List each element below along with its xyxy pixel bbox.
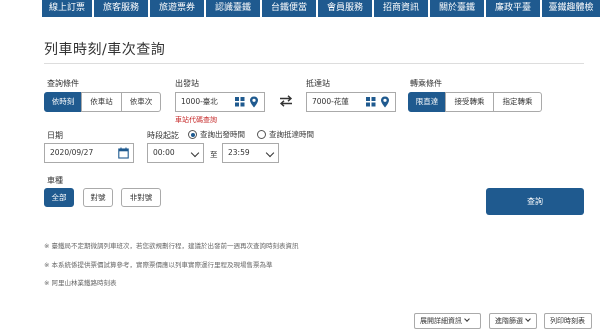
chevron-down-icon: [190, 148, 200, 158]
expand-details-button[interactable]: 展開詳細資訊: [414, 313, 481, 329]
transfer-specify-button[interactable]: 指定轉乘: [493, 92, 542, 112]
radio-button-unchecked[interactable]: [257, 130, 266, 139]
train-type-label: 車種: [47, 176, 63, 185]
date-value: 2020/09/27: [50, 148, 94, 157]
train-type-unreserved-button[interactable]: 非對號: [121, 188, 161, 207]
nav-travel-tickets[interactable]: 旅遊票券: [150, 0, 204, 17]
chevron-down-icon: [525, 316, 531, 322]
radio-departure-time[interactable]: 查詢出發時間: [188, 129, 245, 140]
expand-details-label: 展開詳細資訊: [420, 317, 462, 325]
nav-member-service[interactable]: 會員服務: [318, 0, 372, 17]
note-schedule: ※ 臺鐵局不定期微調列車班次，若您欲規劃行程，建議於出發前一週再次查詢時刻表資訊: [44, 242, 299, 250]
chevron-down-icon: [265, 148, 275, 158]
transfer-label: 轉乘條件: [410, 79, 442, 88]
query-by-station-button[interactable]: 依車站: [81, 92, 122, 112]
advanced-filter-label: 進階篩選: [495, 317, 523, 325]
top-navigation: 線上訂票 旅客服務 旅遊票券 認識臺鐵 台鐵便當 會員服務 招商資訊 關於臺鐵 …: [0, 0, 600, 17]
nav-checkup[interactable]: 臺鐵趣體檢: [542, 0, 600, 17]
location-pin-icon[interactable]: [380, 96, 390, 108]
swap-icon[interactable]: [279, 95, 293, 107]
transfer-direct-button[interactable]: 限直達: [408, 92, 446, 112]
page-title: 列車時刻/車次查詢: [44, 42, 166, 58]
radio-departure-time-label: 查詢出發時間: [200, 130, 245, 139]
query-condition-label: 查詢條件: [47, 79, 79, 88]
arrival-station-value: 7000-花蓮: [312, 97, 349, 106]
arrival-label: 抵達站: [306, 79, 330, 88]
departure-station-field[interactable]: 1000-臺北: [175, 92, 265, 112]
time-period-label: 時段起訖: [147, 131, 179, 140]
nav-bento[interactable]: 台鐵便當: [262, 0, 316, 17]
transfer-accept-button[interactable]: 接受轉乘: [445, 92, 494, 112]
grid-icon[interactable]: [366, 96, 376, 108]
transfer-condition-group: 限直達 接受轉乘 指定轉乘: [408, 92, 542, 112]
nav-about[interactable]: 關於臺鐵: [430, 0, 484, 17]
nav-about-tra[interactable]: 認識臺鐵: [206, 0, 260, 17]
time-to-value: 23:59: [228, 148, 250, 157]
note-fare: ※ 本系統係提供票價試算參考，實際票價應以列車實際運行里程及現場售票為準: [44, 261, 273, 269]
time-to-select[interactable]: 23:59: [222, 143, 279, 163]
query-condition-group: 依時刻 依車站 依車次: [44, 92, 161, 112]
print-schedule-button[interactable]: 列印時刻表: [544, 313, 592, 329]
query-by-time-button[interactable]: 依時刻: [44, 92, 82, 112]
arrival-station-field[interactable]: 7000-花蓮: [306, 92, 396, 112]
alishan-schedule-link[interactable]: ※ 阿里山林業鐵路時刻表: [44, 277, 117, 287]
calendar-icon[interactable]: [118, 147, 129, 159]
nav-online-booking[interactable]: 線上訂票: [42, 0, 92, 17]
grid-icon[interactable]: [235, 96, 245, 108]
train-type-reserved-button[interactable]: 對號: [83, 188, 113, 207]
radio-button-checked[interactable]: [188, 130, 197, 139]
advanced-filter-button[interactable]: 進階篩選: [489, 313, 537, 329]
chevron-down-icon: [464, 316, 470, 322]
query-by-train-button[interactable]: 依車次: [121, 92, 161, 112]
nav-integrity[interactable]: 廉政平臺: [486, 0, 540, 17]
time-from-select[interactable]: 00:00: [147, 143, 204, 163]
radio-arrival-time[interactable]: 查詢抵達時間: [257, 129, 314, 140]
nav-business[interactable]: 招商資訊: [374, 0, 428, 17]
date-field[interactable]: 2020/09/27: [44, 143, 134, 163]
departure-label: 出發站: [175, 79, 199, 88]
train-type-all-button[interactable]: 全部: [44, 188, 74, 207]
time-range-separator: 至: [210, 150, 218, 159]
date-label: 日期: [47, 131, 63, 140]
time-from-value: 00:00: [153, 148, 175, 157]
nav-passenger-service[interactable]: 旅客服務: [94, 0, 148, 17]
divider: [44, 63, 584, 64]
location-pin-icon[interactable]: [249, 96, 259, 108]
station-code-lookup-link[interactable]: 車站代碼查詢: [175, 115, 217, 125]
query-button[interactable]: 查詢: [486, 188, 584, 215]
departure-station-value: 1000-臺北: [181, 97, 218, 106]
print-schedule-label: 列印時刻表: [550, 317, 585, 325]
radio-arrival-time-label: 查詢抵達時間: [269, 130, 314, 139]
